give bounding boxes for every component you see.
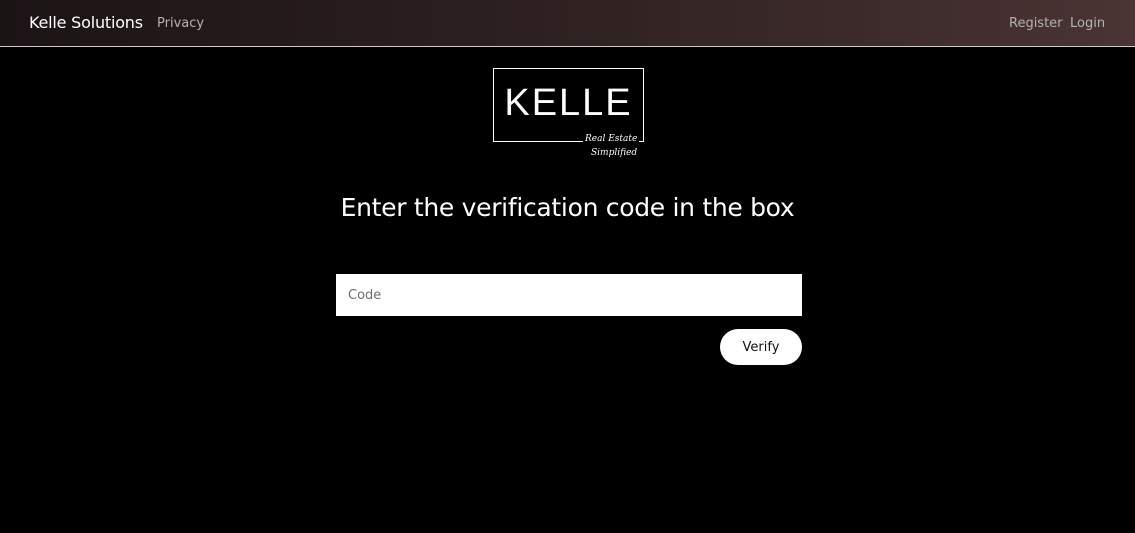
kelle-logo: KELLE: [493, 68, 644, 142]
verify-button[interactable]: Verify: [720, 329, 802, 365]
nav-link-login[interactable]: Login: [1070, 16, 1105, 31]
logo-tagline-real-estate: Real Estate: [583, 134, 640, 144]
verification-code-input[interactable]: [336, 274, 802, 316]
logo-tagline-simplified: Simplified: [591, 148, 638, 158]
brand-link[interactable]: Kelle Solutions: [29, 13, 143, 32]
logo-wordmark: KELLE: [504, 82, 633, 124]
nav-link-privacy[interactable]: Privacy: [157, 16, 204, 31]
top-navbar: Kelle Solutions Privacy Register Login: [0, 0, 1135, 47]
nav-link-register[interactable]: Register: [1009, 16, 1063, 31]
page-heading: Enter the verification code in the box: [340, 193, 795, 222]
